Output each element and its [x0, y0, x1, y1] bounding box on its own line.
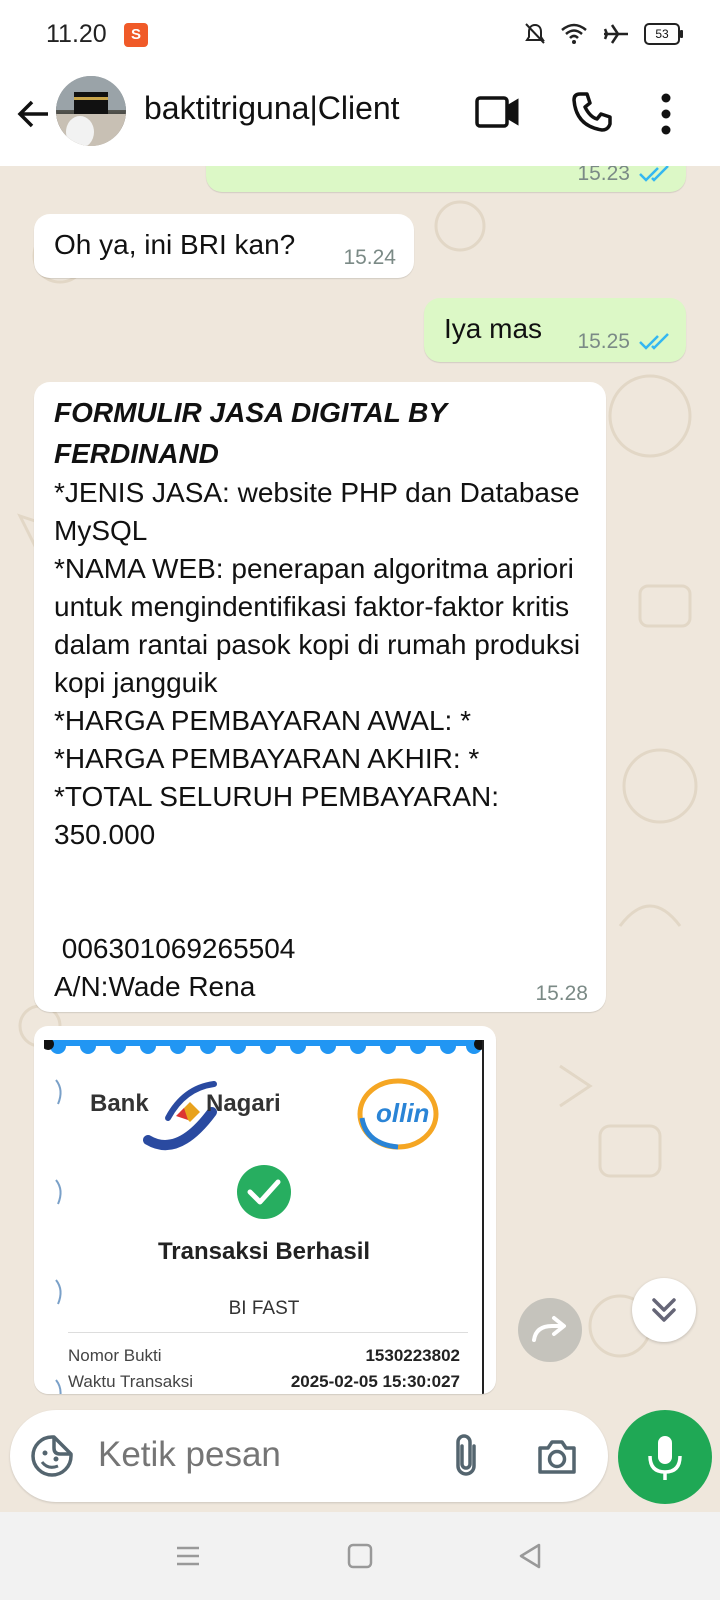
home-icon[interactable]	[346, 1542, 374, 1570]
video-camera-icon[interactable]	[474, 92, 520, 132]
receipt-scallop-border	[44, 1040, 484, 1054]
success-check-icon	[237, 1165, 291, 1219]
microphone-icon	[648, 1436, 682, 1480]
contact-name[interactable]: baktitriguna|Client	[144, 90, 400, 127]
double-check-read-icon	[639, 333, 669, 350]
message-bubble-outgoing[interactable]: Iya mas 15.25	[424, 298, 686, 362]
back-nav-icon[interactable]	[516, 1542, 544, 1570]
recent-apps-icon[interactable]	[174, 1542, 202, 1570]
message-bubble-incoming-form[interactable]: FORMULIR JASA DIGITAL BY FERDINAND *JENI…	[34, 382, 606, 1012]
arrow-left-icon[interactable]	[14, 94, 54, 134]
double-chevron-down-icon	[652, 1298, 676, 1322]
status-bar: 11.20 S 53	[0, 0, 720, 70]
double-check-read-icon	[639, 166, 669, 182]
forward-button[interactable]	[518, 1298, 582, 1362]
shopee-notification-icon: S	[124, 23, 148, 47]
form-body: *JENIS JASA: website PHP dan Database My…	[54, 477, 581, 1002]
image-message-receipt[interactable]: Bank Nagari ollin Transaksi Berhasil BI …	[34, 1026, 496, 1394]
receipt-row-value: 2025-02-05 15:30:027	[290, 1372, 460, 1391]
transaction-status: Transaksi Berhasil	[157, 1238, 371, 1265]
receipt-side-watermark	[55, 1079, 62, 1394]
receipt-row-value: 1530223802	[365, 1346, 460, 1365]
message-time: 15.24	[343, 246, 396, 269]
more-vertical-icon[interactable]	[660, 92, 672, 136]
sticker-icon[interactable]	[30, 1434, 74, 1478]
forward-icon	[532, 1316, 566, 1342]
message-time: 15.28	[535, 982, 588, 1005]
message-text: Oh ya, ini BRI kan?	[54, 229, 296, 260]
contact-avatar[interactable]	[56, 76, 126, 146]
battery-icon: 53	[644, 23, 683, 45]
receipt-row-label: Nomor Bukti	[68, 1346, 162, 1365]
wifi-icon	[561, 23, 587, 44]
scroll-to-bottom-button[interactable]	[632, 1278, 696, 1342]
receipt-divider	[68, 1332, 468, 1333]
voice-message-button[interactable]	[618, 1410, 712, 1504]
message-time: 15.25	[577, 330, 630, 353]
camera-icon[interactable]	[536, 1436, 578, 1476]
bell-muted-icon	[525, 23, 545, 44]
phone-icon[interactable]	[570, 90, 614, 134]
message-bubble-incoming[interactable]: Oh ya, ini BRI kan? 15.24	[34, 214, 414, 278]
system-navigation-bar	[0, 1512, 720, 1600]
receipt-edge	[482, 1040, 484, 1394]
bank-name-right: Nagari	[206, 1090, 281, 1117]
message-bubble-outgoing[interactable]: 15.23	[206, 166, 686, 192]
paperclip-icon[interactable]	[450, 1432, 482, 1480]
receipt-row-label: Waktu Transaksi	[68, 1372, 194, 1391]
chat-area[interactable]: 15.23 Oh ya, ini BRI kan? 15.24 Iya mas …	[0, 166, 720, 1400]
airplane-mode-icon	[603, 24, 628, 44]
message-input-bar	[10, 1410, 608, 1502]
message-input[interactable]	[96, 1434, 420, 1476]
transfer-method: BI FAST	[228, 1298, 300, 1319]
avatar-image	[56, 76, 126, 146]
status-icons: 53	[524, 22, 683, 46]
ollin-logo-text: ollin	[376, 1098, 430, 1128]
message-time: 15.23	[577, 166, 630, 185]
status-time: 11.20	[46, 20, 107, 48]
message-text: Iya mas	[444, 313, 543, 344]
receipt-image: Bank Nagari ollin Transaksi Berhasil BI …	[44, 1040, 484, 1394]
form-title: FORMULIR JASA DIGITAL BY FERDINAND	[54, 397, 455, 469]
